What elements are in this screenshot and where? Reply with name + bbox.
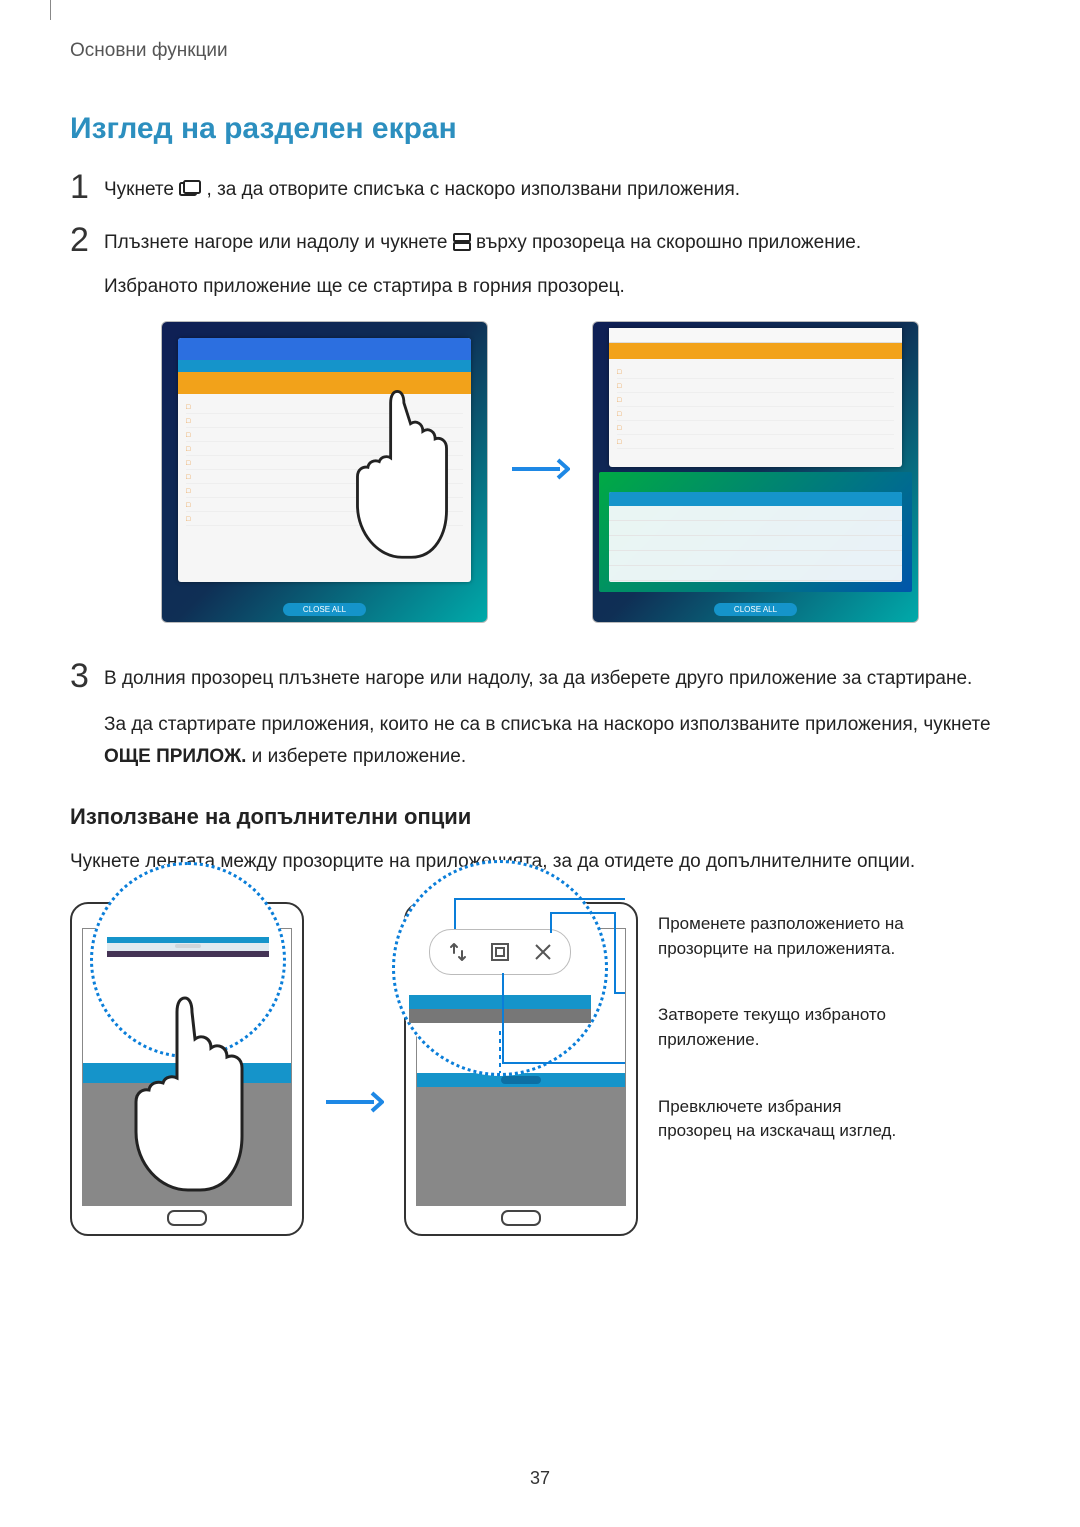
subheading: Използване на допълнителни опции	[70, 804, 1010, 830]
step3-line1: В долния прозорец плъзнете нагоре или на…	[104, 663, 1010, 695]
hand-gesture-icon	[347, 382, 457, 562]
split-screen-icon	[453, 230, 471, 262]
page-title: Изглед на разделен екран	[70, 112, 1010, 146]
step-2: 2 Плъзнете нагоре или надолу и чукнете в…	[70, 227, 1010, 303]
step-number: 2	[70, 223, 104, 257]
step-1: 1 Чукнете , за да отворите списъка с нас…	[70, 174, 1010, 209]
arrow-icon	[510, 457, 570, 486]
step-3: 3 В долния прозорец плъзнете нагоре или …	[70, 663, 1010, 774]
more-apps-label: ОЩЕ ПРИЛОЖ.	[104, 746, 246, 767]
recent-apps-icon	[179, 177, 201, 209]
step1-text-after: , за да отворите списъка с наскоро изпол…	[207, 179, 741, 200]
step-number: 3	[70, 659, 104, 693]
figure-split-screen: CLOSE ALL	[70, 321, 1010, 623]
step3-line2b: и изберете приложение.	[252, 746, 466, 767]
screenshot-before: CLOSE ALL	[161, 321, 488, 623]
figure-options: Променете разположението на прозорците н…	[70, 902, 1010, 1236]
step-number: 1	[70, 170, 104, 204]
step2-line2: Избраното приложение ще се стартира в го…	[104, 271, 1010, 303]
arrow-icon	[324, 1090, 384, 1119]
step2-text-before: Плъзнете нагоре или надолу и чукнете	[104, 232, 453, 253]
callout-options	[392, 860, 608, 1076]
step2-text-after: върху прозореца на скорошно приложение.	[476, 232, 861, 253]
page-number: 37	[0, 1468, 1080, 1489]
step3-line2a: За да стартирате приложения, които не са…	[104, 714, 991, 735]
screenshot-after: CLOSE ALL	[592, 321, 919, 623]
section-header: Основни функции	[70, 40, 1010, 62]
step1-text-before: Чукнете	[104, 179, 179, 200]
hand-gesture-icon	[130, 992, 250, 1192]
